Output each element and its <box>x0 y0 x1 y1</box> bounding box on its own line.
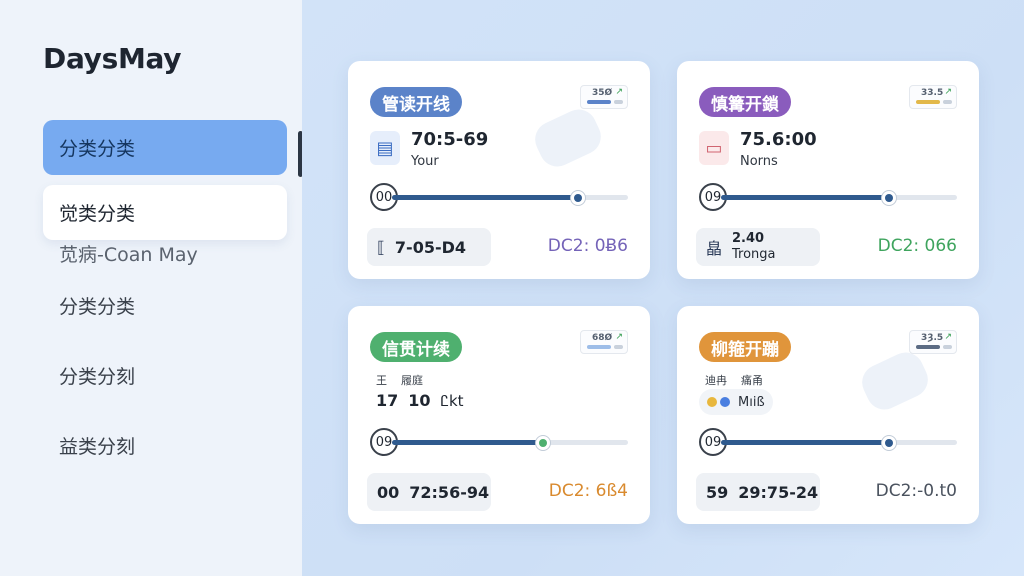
assignee-chip[interactable]: Mıiß <box>699 389 773 415</box>
sidebar-item-1[interactable]: 分类分类 <box>43 120 287 175</box>
card-code: DC2: 066 <box>877 236 957 256</box>
card-icon: ▭ <box>699 131 729 165</box>
task-card-2[interactable]: 慎篝开鎖 33.5 ↗ ▭ 75.6:00 Norns 09 皛 2.40 Tro… <box>677 61 979 279</box>
slider-handle[interactable] <box>570 190 587 206</box>
slider-handle[interactable] <box>880 435 897 451</box>
time-sublabel: Norns <box>740 154 778 169</box>
progress-slider[interactable] <box>392 435 628 451</box>
decorative-shape <box>529 103 607 173</box>
time-sublabel: Your <box>411 154 439 169</box>
sidebar-item-3[interactable]: 分类分类 <box>59 292 135 319</box>
bracket-icon: ⟦ <box>377 237 385 257</box>
slider-handle[interactable] <box>535 435 552 451</box>
trend-arrow-icon: ↗ <box>944 87 952 97</box>
card-title-pill: 慎篝开鎖 <box>699 87 791 117</box>
card-title-pill: 柳箍开蹦 <box>699 332 791 362</box>
mini-trend-widget: 3Ȝ.5 ↗ <box>909 330 957 354</box>
progress-slider[interactable] <box>721 190 957 206</box>
sidebar-item-5[interactable]: 益类分刻 <box>59 432 135 459</box>
trend-arrow-icon: ↗ <box>615 87 623 97</box>
sidebar-item-2[interactable]: 觉类分类 <box>43 185 287 240</box>
progress-slider[interactable] <box>392 190 628 206</box>
field-labels: 迪冉 痛甬 <box>705 374 763 387</box>
yellow-dot-icon <box>707 397 717 407</box>
progress-slider[interactable] <box>721 435 957 451</box>
mini-trend-widget: 68Ø ↗ <box>580 330 628 354</box>
mini-trend-widget: 35Ø ↗ <box>580 85 628 109</box>
blue-dot-icon <box>720 397 730 407</box>
progress-fill <box>392 195 579 200</box>
progress-fill <box>721 440 889 445</box>
card-code: DC2: 0Ƀ6 <box>547 236 628 256</box>
time-value: 70:5-69 <box>411 129 489 150</box>
mini-trend-widget: 33.5 ↗ <box>909 85 957 109</box>
task-card-3[interactable]: 信贯计续 68Ø ↗ 王履庭 17 10 Ꮭkt 09 00 72:56-94 … <box>348 306 650 524</box>
footer-chip[interactable]: 皛 2.40 Tronga <box>696 228 820 266</box>
card-code: DC2: 6ß4 <box>548 481 628 501</box>
footer-chip[interactable]: 00 72:56-94 <box>367 473 491 511</box>
decorative-shape <box>856 346 934 416</box>
slider-handle[interactable] <box>880 190 897 206</box>
progress-fill <box>721 195 889 200</box>
trend-arrow-icon: ↗ <box>615 332 623 342</box>
app-title: DaysMay <box>43 42 182 75</box>
document-icon: ▤ <box>370 131 400 165</box>
glyph-icon: 皛 <box>706 239 723 258</box>
sidebar: DaysMay 分类分类 觉类分类 苋病-Coan May 分类分类 分类分刻 … <box>0 0 302 576</box>
main-panel: 管读开线 35Ø ↗ ▤ 70:5-69 Your 00 ⟦ 7-05-D4 D… <box>302 0 1024 576</box>
card-title-pill: 管读开线 <box>370 87 462 117</box>
sidebar-item-label: 分类分类 <box>59 138 136 160</box>
time-value: 75.6:00 <box>740 129 817 150</box>
task-card-1[interactable]: 管读开线 35Ø ↗ ▤ 70:5-69 Your 00 ⟦ 7-05-D4 D… <box>348 61 650 279</box>
task-card-4[interactable]: 柳箍开蹦 3Ȝ.5 ↗ 迪冉 痛甬 Mıiß 09 59 29:75-24 DC2… <box>677 306 979 524</box>
sidebar-item-label: 觉类分类 <box>59 203 136 225</box>
footer-chip[interactable]: ⟦ 7-05-D4 <box>367 228 491 266</box>
footer-chip[interactable]: 59 29:75-24 <box>696 473 820 511</box>
trend-arrow-icon: ↗ <box>944 332 952 342</box>
progress-fill <box>392 440 544 445</box>
stat-row: 17 10 Ꮭkt <box>376 391 464 410</box>
sidebar-sublabel: 苋病-Coan May <box>59 244 198 266</box>
sidebar-item-4[interactable]: 分类分刻 <box>59 362 135 389</box>
card-title-pill: 信贯计续 <box>370 332 462 362</box>
field-labels: 王履庭 <box>376 374 423 387</box>
card-code: DC2:-0.t0 <box>875 481 957 501</box>
